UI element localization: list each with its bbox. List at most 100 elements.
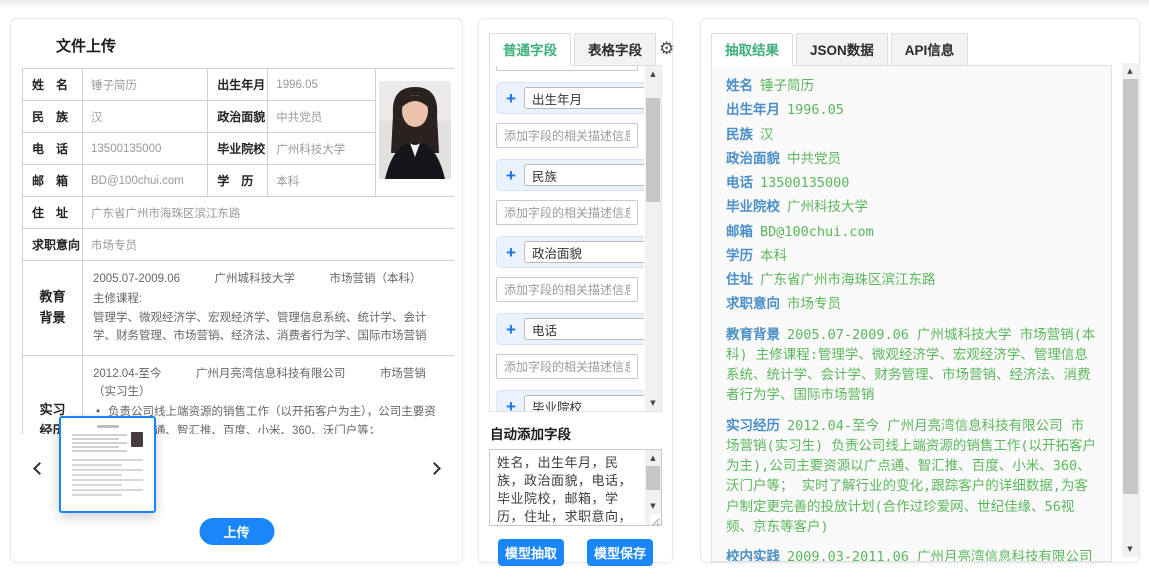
result-entry: 教育背景2005.07-2009.06 广州城科技大学 市场营销(本科) 主修课… xyxy=(726,325,1097,406)
resume-value: 本科 xyxy=(268,165,376,197)
result-entry: 校内实践2009.03-2011.06 广州月亮湾信息科技有限公司 校园大使主席… xyxy=(726,547,1097,562)
resume-value: 1996.05 xyxy=(268,69,376,101)
tab-extract-result[interactable]: 抽取结果 xyxy=(711,33,793,66)
add-field-icon[interactable]: + xyxy=(506,167,516,184)
model-buttons: 模型抽取 模型保存 xyxy=(489,539,662,566)
result-scrollbar[interactable]: ▲ ▼ xyxy=(1122,63,1139,557)
field-row: + ✕ xyxy=(496,313,638,345)
resume-label: 毕业院校 xyxy=(208,133,268,165)
field-chip: + xyxy=(496,159,644,191)
auto-add-title: 自动添加字段 xyxy=(490,423,661,443)
auto-add-textarea[interactable]: 姓名，出生年月，民族，政治面貌，电话，毕业院校，邮箱，学历，住址，求职意向，教育… xyxy=(489,449,662,526)
field-desc-input[interactable] xyxy=(496,200,638,225)
result-panel: 抽取结果 JSON数据 API信息 姓名锤子简历 出生年月1996.05 民族汉… xyxy=(700,18,1140,563)
resume-label: 住 址 xyxy=(23,197,83,229)
auto-add-text: 姓名，出生年月，民族，政治面貌，电话，毕业院校，邮箱，学历，住址，求职意向，教育… xyxy=(490,450,644,526)
result-entry: 学历本科 xyxy=(726,246,1097,266)
extract-result-text: 姓名锤子简历 出生年月1996.05 民族汉 政治面貌中共党员 电话135001… xyxy=(711,65,1112,562)
resume-table: 姓 名 锤子简历 出生年月 1996.05 xyxy=(22,68,454,434)
tab-json-data[interactable]: JSON数据 xyxy=(796,33,888,66)
gear-icon[interactable]: ⚙ xyxy=(659,41,677,58)
page-top-shadow xyxy=(0,0,1149,9)
field-row: + ✕ xyxy=(496,82,638,114)
resume-value: 广东省广州市海珠区滨江东路 xyxy=(83,197,454,229)
scroll-down-icon[interactable]: ▼ xyxy=(645,396,661,410)
page-carousel: 上传 xyxy=(11,412,462,562)
field-row: + ✕ xyxy=(496,390,638,411)
resume-value: 13500135000 xyxy=(83,133,208,165)
field-name-input[interactable] xyxy=(524,164,644,186)
field-chip: + xyxy=(496,236,644,268)
thumbnail-header xyxy=(72,432,143,454)
result-entry: 电话13500135000 xyxy=(726,173,1097,193)
add-field-icon[interactable]: + xyxy=(506,244,516,261)
resume-label: 姓 名 xyxy=(23,69,83,101)
result-entry: 求职意向市场专员 xyxy=(726,294,1097,314)
resume-value: 中共党员 xyxy=(268,101,376,133)
field-row: + ✕ xyxy=(496,159,638,191)
table-row: 求职意向 市场专员 xyxy=(23,229,455,261)
result-tabs: 抽取结果 JSON数据 API信息 xyxy=(711,33,1139,66)
tab-api-info[interactable]: API信息 xyxy=(891,33,969,66)
scroll-up-icon[interactable]: ▲ xyxy=(1122,64,1138,78)
scrollbar-thumb[interactable] xyxy=(1123,79,1138,494)
field-desc-input-clipped[interactable] xyxy=(496,66,638,71)
field-row: + ✕ xyxy=(496,236,638,268)
scrollbar-thumb[interactable] xyxy=(646,98,660,202)
add-field-icon[interactable]: + xyxy=(506,90,516,107)
scroll-up-icon[interactable]: ▲ xyxy=(645,67,661,81)
resize-grip-icon[interactable] xyxy=(650,514,660,524)
resume-label: 政治面貌 xyxy=(208,101,268,133)
scrollbar-thumb[interactable] xyxy=(646,466,660,490)
resume-value: BD@100chui.com xyxy=(83,165,208,197)
upload-panel-title: 文件上传 xyxy=(56,35,462,56)
fields-tabs: 普通字段 表格字段 ⚙ xyxy=(489,33,662,66)
table-row: 住 址 广东省广州市海珠区滨江东路 xyxy=(23,197,455,229)
tab-table-fields[interactable]: 表格字段 xyxy=(574,33,656,66)
scroll-up-icon[interactable]: ▲ xyxy=(645,451,661,465)
field-chip: + xyxy=(496,390,644,411)
field-name-input[interactable] xyxy=(524,318,644,340)
table-row: 教育 背景 2005.07-2009.06 广州城科技大学 市场营销（本科） 主… xyxy=(23,261,455,356)
field-desc-input[interactable] xyxy=(496,354,638,379)
field-name-input[interactable] xyxy=(524,395,644,411)
field-desc-input[interactable] xyxy=(496,277,638,302)
field-list: + ✕ + ✕ + xyxy=(489,65,662,412)
field-list-scrollbar[interactable]: ▲ ▼ xyxy=(645,66,661,411)
resume-label: 求职意向 xyxy=(23,229,83,261)
page-thumbnail[interactable] xyxy=(59,416,156,513)
thumbnail-photo xyxy=(131,432,143,447)
result-entry: 实习经历2012.04-至今 广州月亮湾信息科技有限公司 市场营销(实习生) 负… xyxy=(726,416,1097,538)
field-desc-input[interactable] xyxy=(496,123,638,148)
upload-button[interactable]: 上传 xyxy=(199,518,274,545)
scroll-down-icon[interactable]: ▼ xyxy=(1122,542,1138,556)
app: 文件上传 姓 名 锤子简历 出生年月 1996.05 xyxy=(0,0,1149,568)
resume-label: 出生年月 xyxy=(208,69,268,101)
upload-panel: 文件上传 姓 名 锤子简历 出生年月 1996.05 xyxy=(10,18,463,563)
field-name-input[interactable] xyxy=(524,87,644,109)
result-entry: 政治面貌中共党员 xyxy=(726,149,1097,169)
result-entry: 民族汉 xyxy=(726,125,1097,145)
add-field-icon[interactable]: + xyxy=(506,321,516,338)
portrait-photo-image xyxy=(379,81,451,179)
resume-value: 锤子简历 xyxy=(83,69,208,101)
result-entry: 姓名锤子简历 xyxy=(726,76,1097,96)
result-entry: 住址广东省广州市海珠区滨江东路 xyxy=(726,270,1097,290)
scroll-down-icon[interactable]: ▼ xyxy=(645,499,661,513)
resume-education-content: 2005.07-2009.06 广州城科技大学 市场营销（本科） 主修课程: 管… xyxy=(83,261,454,356)
resume-label: 邮 箱 xyxy=(23,165,83,197)
prev-page-button[interactable] xyxy=(25,446,53,490)
add-field-icon[interactable]: + xyxy=(506,398,516,412)
resume-section-label: 教育 背景 xyxy=(23,261,83,356)
tab-normal-fields[interactable]: 普通字段 xyxy=(489,33,571,66)
resume-label: 民 族 xyxy=(23,101,83,133)
model-extract-button[interactable]: 模型抽取 xyxy=(498,539,564,566)
resume-photo xyxy=(375,69,454,197)
result-entry: 邮箱BD@100chui.com xyxy=(726,222,1097,242)
next-page-button[interactable] xyxy=(420,446,448,490)
model-save-button[interactable]: 模型保存 xyxy=(587,539,653,566)
resume-value: 市场专员 xyxy=(83,229,454,261)
field-chip: + xyxy=(496,313,644,345)
field-name-input[interactable] xyxy=(524,241,644,263)
resume-label: 学 历 xyxy=(208,165,268,197)
